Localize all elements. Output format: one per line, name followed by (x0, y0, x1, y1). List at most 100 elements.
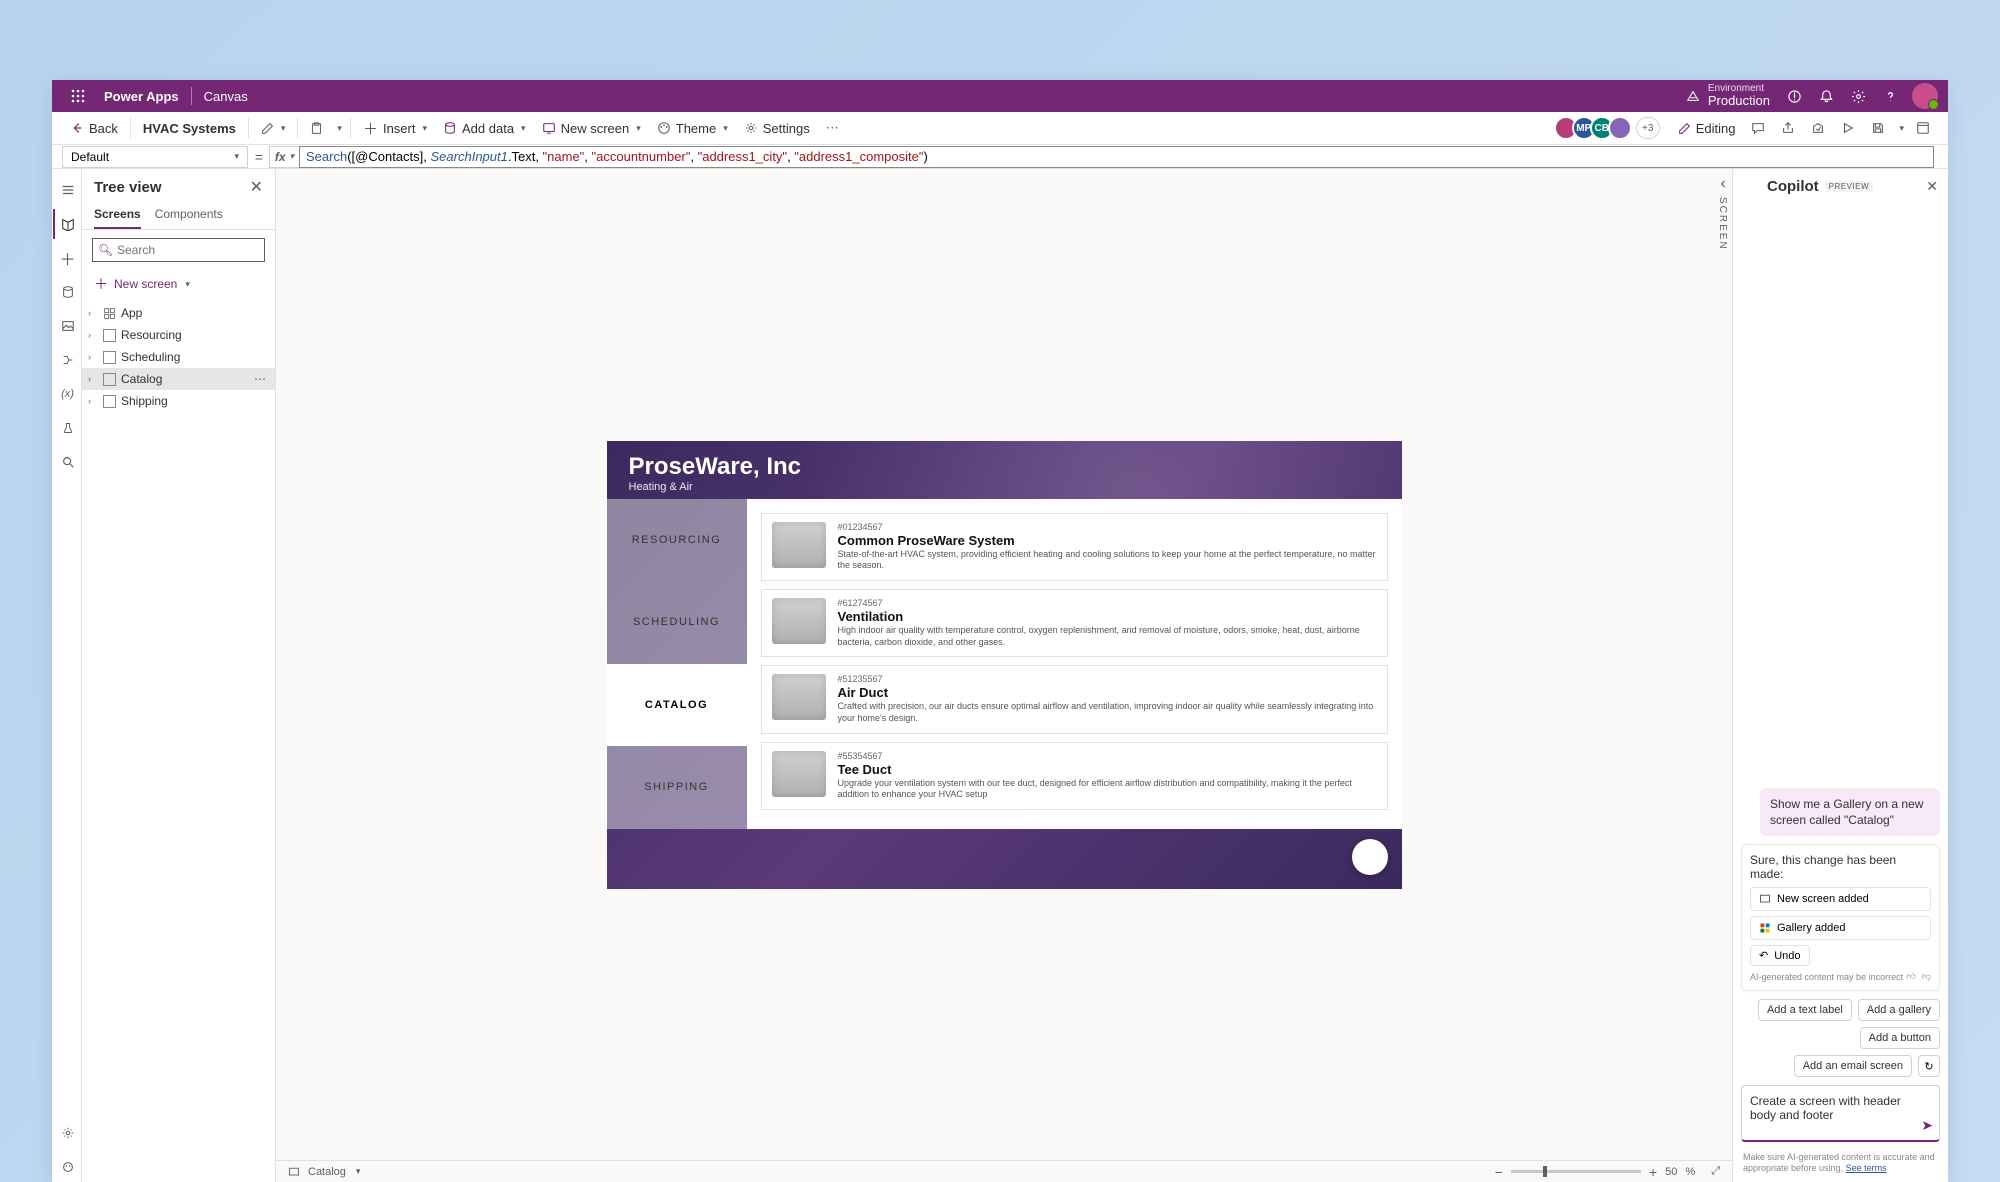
copilot-suggestion[interactable]: Add a gallery (1858, 999, 1940, 1021)
catalog-card[interactable]: #01234567 Common ProseWare System State-… (761, 513, 1388, 581)
rail-virtual-agent[interactable] (53, 1152, 81, 1182)
property-dropdown[interactable]: Default ▾ (62, 146, 248, 168)
tab-components[interactable]: Components (155, 201, 223, 229)
paste-button[interactable] (302, 114, 331, 142)
copilot-suggestion[interactable]: Add a text label (1758, 999, 1852, 1021)
undo-chip[interactable]: ↶ Undo (1750, 945, 1810, 966)
catalog-card[interactable]: #51235567 Air Duct Crafted with precisio… (761, 665, 1388, 733)
product-thumbnail (772, 674, 826, 720)
app-preview[interactable]: ProseWare, Inc Heating & Air RESOURCINGS… (607, 441, 1402, 889)
fit-to-window[interactable]: ⤢ (1711, 1165, 1720, 1178)
thumbs-down-icon[interactable]: 👎︎ (1922, 971, 1931, 982)
settings-icon[interactable] (1842, 82, 1874, 110)
screen-glyph-icon (103, 373, 116, 386)
catalog-card[interactable]: #55354567 Tee Duct Upgrade your ventilat… (761, 742, 1388, 810)
refresh-suggestions[interactable]: ↻ (1918, 1055, 1940, 1077)
expand-icon[interactable]: › (88, 396, 98, 406)
copilot-input[interactable]: Create a screen with header body and foo… (1741, 1085, 1940, 1142)
expand-icon[interactable]: › (88, 308, 98, 318)
edit-mode-button[interactable]: ▾ (253, 114, 294, 142)
status-selection[interactable]: Catalog (308, 1166, 346, 1178)
overflow-button[interactable]: ⋯ (818, 114, 847, 142)
presence-stack[interactable]: MP CB +3 (1560, 116, 1660, 140)
close-icon[interactable]: ✕ (250, 177, 263, 197)
send-icon[interactable]: ➤ (1921, 1117, 1933, 1134)
feedback-icon[interactable] (1778, 82, 1810, 110)
tree-item-resourcing[interactable]: › Resourcing (82, 324, 275, 346)
more-icon[interactable]: ⋯ (254, 372, 267, 386)
expand-icon[interactable]: › (88, 374, 98, 384)
product-sku: #55354567 (838, 751, 1377, 761)
copilot-fab[interactable] (1352, 839, 1388, 875)
expand-icon[interactable]: › (88, 330, 98, 340)
change-chip[interactable]: Gallery added (1750, 916, 1931, 940)
environment-picker[interactable]: Environment Production (1686, 83, 1770, 108)
add-data-button[interactable]: Add data ▾ (435, 114, 534, 142)
app-nav-catalog[interactable]: CATALOG (607, 664, 747, 747)
rail-media[interactable] (53, 311, 81, 341)
user-avatar[interactable] (1912, 83, 1938, 109)
app-nav-scheduling[interactable]: SCHEDULING (607, 581, 747, 664)
close-icon[interactable]: ✕ (1926, 178, 1938, 195)
treeview-new-screen[interactable]: ＋ New screen ▾ (82, 270, 275, 302)
zoom-slider[interactable] (1511, 1170, 1641, 1173)
settings-button[interactable]: Settings (736, 114, 818, 142)
zoom-out[interactable]: − (1495, 1164, 1503, 1180)
screen-icon (288, 1166, 300, 1178)
formula-input[interactable]: Search([@Contacts], SearchInput1.Text, "… (299, 146, 1934, 168)
save-button[interactable] (1863, 114, 1893, 142)
chip-label: Gallery added (1777, 922, 1846, 934)
theme-button[interactable]: Theme ▾ (649, 114, 736, 142)
rail-hamburger[interactable] (53, 175, 81, 205)
tree-item-shipping[interactable]: › Shipping (82, 390, 275, 412)
new-screen-button[interactable]: New screen ▾ (534, 114, 649, 142)
app-launcher-icon[interactable] (62, 82, 94, 110)
copilot-suggestion[interactable]: Add an email screen (1794, 1055, 1912, 1077)
see-terms-link[interactable]: See terms (1846, 1163, 1887, 1173)
zoom-in[interactable]: + (1649, 1164, 1657, 1180)
notifications-icon[interactable] (1810, 82, 1842, 110)
paste-split[interactable]: ▾ (331, 114, 346, 142)
app-nav-resourcing[interactable]: RESOURCING (607, 499, 747, 582)
tab-screens[interactable]: Screens (94, 201, 141, 229)
rail-treeview[interactable] (53, 209, 81, 239)
fx-label[interactable]: fx▾ (269, 146, 299, 168)
change-chip[interactable]: New screen added (1750, 887, 1931, 911)
publish-button[interactable] (1908, 114, 1938, 142)
statusbar: Catalog ▾ − + 50 % ⤢ (276, 1160, 1732, 1182)
presence-more[interactable]: +3 (1636, 117, 1660, 139)
rail-settings[interactable] (53, 1118, 81, 1148)
rail-search[interactable] (53, 447, 81, 477)
copilot-suggestion[interactable]: Add a button (1860, 1027, 1940, 1049)
tree-item-catalog[interactable]: › Catalog ⋯ (82, 368, 275, 390)
checker-button[interactable] (1803, 114, 1833, 142)
rail-flows[interactable] (53, 345, 81, 375)
insert-button[interactable]: ＋ Insert ▾ (355, 114, 435, 142)
theme-label: Theme (676, 121, 716, 136)
app-nav-shipping[interactable]: SHIPPING (607, 746, 747, 829)
app-subtitle: Heating & Air (629, 481, 1380, 493)
rail-variables[interactable]: (x) (53, 379, 81, 409)
treeview-title: Tree view (94, 179, 162, 196)
collapse-right-panel[interactable]: ‹ (1714, 175, 1732, 193)
expand-icon[interactable]: › (88, 352, 98, 362)
preview-button[interactable] (1833, 114, 1863, 142)
app-name[interactable]: Power Apps (104, 89, 179, 104)
thumbs-up-icon[interactable]: 👍︎ (1906, 971, 1915, 982)
help-icon[interactable] (1874, 82, 1906, 110)
editing-indicator[interactable]: Editing (1670, 114, 1744, 142)
share-button[interactable] (1773, 114, 1803, 142)
rail-data[interactable] (53, 277, 81, 307)
environment-icon (1686, 89, 1700, 103)
presence-avatar (1608, 116, 1632, 140)
catalog-card[interactable]: #61274567 Ventilation High indoor air qu… (761, 589, 1388, 657)
tree-item-scheduling[interactable]: › Scheduling (82, 346, 275, 368)
save-split[interactable]: ▾ (1893, 114, 1908, 142)
undo-label: Undo (1774, 950, 1800, 962)
treeview-search-input[interactable] (92, 238, 265, 262)
rail-insert[interactable]: ＋ (53, 243, 81, 273)
tree-item-app[interactable]: › App (82, 302, 275, 324)
rail-tests[interactable] (53, 413, 81, 443)
comment-button[interactable] (1743, 114, 1773, 142)
back-button[interactable]: Back (62, 114, 126, 142)
